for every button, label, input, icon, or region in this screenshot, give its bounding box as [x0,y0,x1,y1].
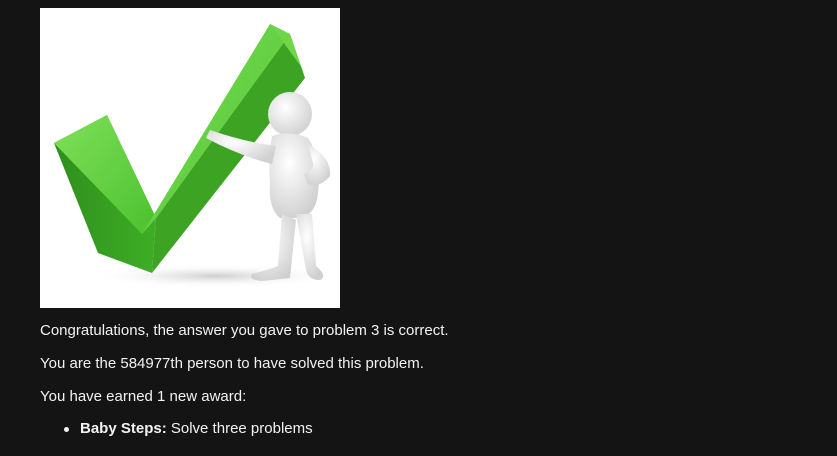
bullet-icon [64,427,69,432]
award-description: Solve three problems [166,420,313,437]
correct-answer-image [40,8,340,308]
solver-rank-message: You are the 584977th person to have solv… [40,355,424,372]
correct-answer-message: Congratulations, the answer you gave to … [40,322,449,339]
main-content: Congratulations, the answer you gave to … [40,8,820,437]
awards-heading: You have earned 1 new award: [40,388,247,405]
awards-list: Baby Steps: Solve three problems [40,420,313,438]
check-mark-figure-icon [54,24,340,288]
award-name: Baby Steps: [80,420,167,437]
list-item: Baby Steps: Solve three problems [64,420,313,438]
